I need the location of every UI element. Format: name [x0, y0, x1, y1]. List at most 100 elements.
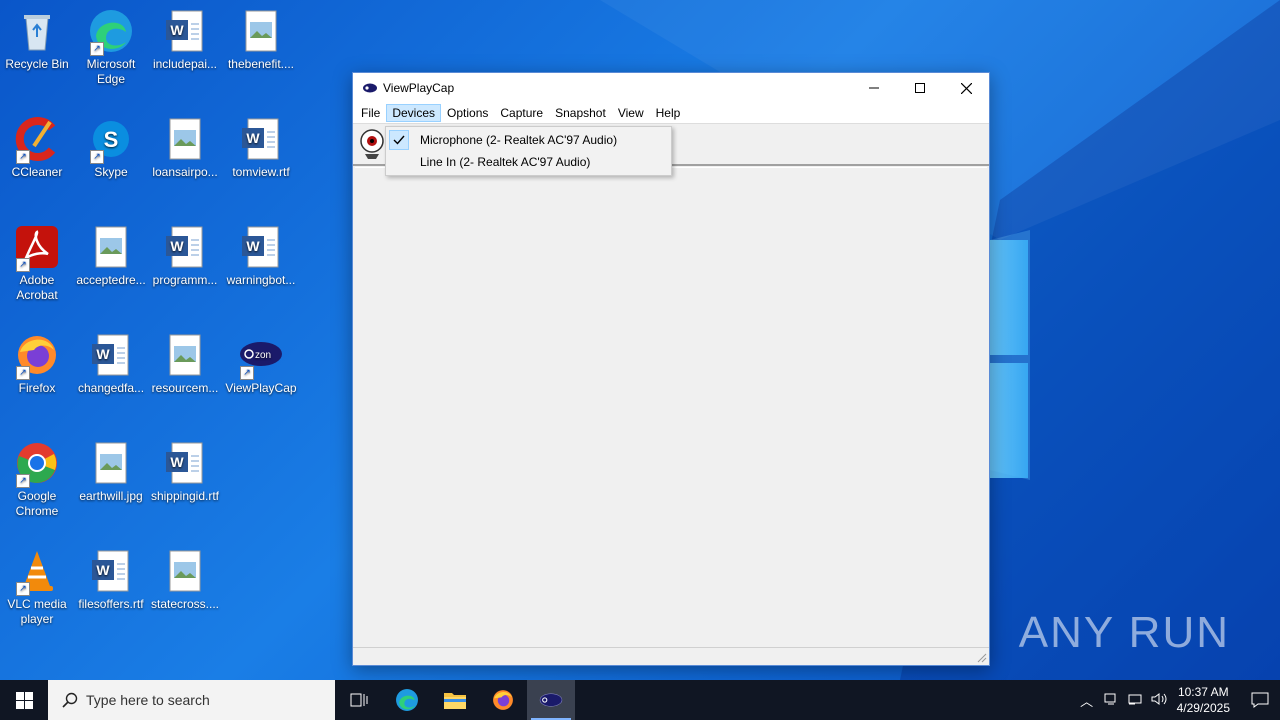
- taskbar-file-explorer-button[interactable]: [431, 680, 479, 720]
- desktop-icon-label: VLC media player: [7, 597, 67, 626]
- acrobat-icon: ↗: [14, 224, 60, 272]
- desktop-icon-label: resourcem...: [151, 381, 219, 395]
- menu-item-microphone[interactable]: Microphone (2- Realtek AC'97 Audio): [386, 129, 671, 151]
- desktop-icon-label: thebenefit....: [227, 57, 295, 71]
- desktop-icon-recycle-bin[interactable]: Recycle Bin: [1, 8, 73, 72]
- image-file-icon: [162, 548, 208, 594]
- desktop-icon-tomview[interactable]: W tomview.rtf: [225, 116, 297, 180]
- firefox-icon: [493, 690, 513, 710]
- desktop-icon-includepai[interactable]: W includepai...: [149, 8, 221, 72]
- desktop-icon-label: shippingid.rtf: [150, 489, 220, 503]
- svg-text:S: S: [104, 127, 119, 152]
- desktop-icon-resourcem[interactable]: resourcem...: [149, 332, 221, 396]
- menu-item-label: Line In (2- Realtek AC'97 Audio): [420, 155, 591, 169]
- desktop-icon-programm[interactable]: W programm...: [149, 224, 221, 288]
- capture-preview-area[interactable]: [355, 167, 987, 647]
- desktop-icon-filesoffers[interactable]: W filesoffers.rtf: [75, 548, 147, 612]
- resize-grip-icon[interactable]: [975, 651, 987, 663]
- desktop-icon-label: tomview.rtf: [232, 165, 290, 179]
- desktop-icon-label: Microsoft Edge: [86, 57, 136, 86]
- word-doc-icon: W: [238, 224, 284, 270]
- devices-dropdown-menu: Microphone (2- Realtek AC'97 Audio) Line…: [385, 126, 672, 176]
- desktop-icon-adobe-acrobat[interactable]: ↗ Adobe Acrobat: [1, 224, 73, 303]
- viewplaycap-icon: [539, 693, 563, 707]
- menu-item-line-in[interactable]: Line In (2- Realtek AC'97 Audio): [386, 151, 671, 173]
- svg-text:W: W: [170, 238, 184, 254]
- menu-options[interactable]: Options: [441, 104, 494, 122]
- svg-text:W: W: [246, 238, 260, 254]
- edge-icon: ↗: [88, 8, 134, 56]
- taskbar-edge-button[interactable]: [383, 680, 431, 720]
- desktop-icon-firefox[interactable]: ↗ Firefox: [1, 332, 73, 396]
- desktop-icon-label: Google Chrome: [15, 489, 59, 518]
- desktop-icon-thebenefit[interactable]: thebenefit....: [225, 8, 297, 72]
- desktop-icon-label: ViewPlayCap: [225, 381, 297, 395]
- image-file-icon: [162, 116, 208, 162]
- window-title: ViewPlayCap: [383, 81, 455, 95]
- desktop-icon-label: earthwill.jpg: [79, 489, 143, 503]
- menu-help[interactable]: Help: [650, 104, 687, 122]
- desktop-icon-microsoft-edge[interactable]: ↗ Microsoft Edge: [75, 8, 147, 87]
- menu-devices[interactable]: Devices: [386, 104, 442, 122]
- desktop-icon-vlc[interactable]: ↗ VLC media player: [1, 548, 73, 627]
- system-tray: ︿ 10:37 AM 4/29/2025: [1075, 680, 1280, 720]
- action-center-button[interactable]: [1240, 680, 1280, 720]
- shortcut-arrow-icon: ↗: [16, 258, 30, 272]
- desktop-icon-skype[interactable]: S ↗ Skype: [75, 116, 147, 180]
- network-icon[interactable]: [1099, 692, 1123, 709]
- vlc-icon: ↗: [14, 548, 60, 596]
- desktop-icon-earthwill[interactable]: earthwill.jpg: [75, 440, 147, 504]
- start-button[interactable]: [0, 680, 48, 720]
- desktop-icon-shippingid[interactable]: W shippingid.rtf: [149, 440, 221, 504]
- desktop-icon-loansairpo[interactable]: loansairpo...: [149, 116, 221, 180]
- desktop-icon-label: Skype: [94, 165, 128, 179]
- webcam-toolbar-button[interactable]: [357, 128, 387, 160]
- taskbar-viewplaycap-button[interactable]: [527, 680, 575, 720]
- desktop-icon-acceptedre[interactable]: acceptedre...: [75, 224, 147, 288]
- viewplaycap-app-icon: [363, 83, 377, 93]
- chrome-icon: ↗: [14, 440, 60, 488]
- desktop-icon-ccleaner[interactable]: ↗ CCleaner: [1, 116, 73, 180]
- task-view-icon: [350, 693, 368, 707]
- windows-start-icon: [15, 691, 33, 709]
- task-view-button[interactable]: [335, 680, 383, 720]
- desktop-icon-warningbot[interactable]: W warningbot...: [225, 224, 297, 288]
- shortcut-arrow-icon: ↗: [240, 366, 254, 380]
- desktop-icon-label: Recycle Bin: [5, 57, 69, 71]
- search-icon: [62, 692, 78, 708]
- system-clock[interactable]: 10:37 AM 4/29/2025: [1177, 684, 1230, 716]
- desktop-icon-viewplaycap[interactable]: zon ↗ ViewPlayCap: [225, 332, 297, 396]
- menu-view[interactable]: View: [612, 104, 650, 122]
- clock-date: 4/29/2025: [1176, 701, 1230, 715]
- desktop-icon-label: CCleaner: [11, 165, 63, 179]
- word-doc-icon: W: [162, 440, 208, 486]
- folder-icon: [444, 693, 466, 709]
- minimize-button[interactable]: [851, 73, 897, 103]
- svg-text:W: W: [96, 562, 110, 578]
- taskbar-search-box[interactable]: Type here to search: [48, 680, 335, 720]
- menu-snapshot[interactable]: Snapshot: [549, 104, 612, 122]
- taskbar-firefox-button[interactable]: [479, 680, 527, 720]
- close-button[interactable]: [943, 73, 989, 103]
- edge-icon: [396, 689, 418, 711]
- webcam-icon: [360, 129, 384, 159]
- taskbar: Type here to search ︿ 10:37 AM 4/29/2025: [0, 680, 1280, 720]
- shortcut-arrow-icon: ↗: [90, 42, 104, 56]
- shortcut-arrow-icon: ↗: [16, 366, 30, 380]
- shortcut-arrow-icon: ↗: [16, 582, 30, 596]
- volume-icon[interactable]: [1147, 692, 1171, 709]
- menu-capture[interactable]: Capture: [494, 104, 549, 122]
- desktop-icon-google-chrome[interactable]: ↗ Google Chrome: [1, 440, 73, 519]
- svg-text:W: W: [246, 130, 260, 146]
- image-file-icon: [88, 440, 134, 486]
- maximize-icon: [915, 83, 925, 93]
- maximize-button[interactable]: [897, 73, 943, 103]
- monitor-icon[interactable]: [1123, 692, 1147, 709]
- menu-file[interactable]: File: [355, 104, 386, 122]
- desktop-icon-changedfa[interactable]: W changedfa...: [75, 332, 147, 396]
- chevron-up-icon[interactable]: ︿: [1075, 691, 1099, 710]
- title-bar[interactable]: ViewPlayCap: [353, 73, 989, 103]
- notification-icon: [1251, 692, 1269, 708]
- desktop-icon-statecross[interactable]: statecross....: [149, 548, 221, 612]
- word-doc-icon: W: [88, 332, 134, 378]
